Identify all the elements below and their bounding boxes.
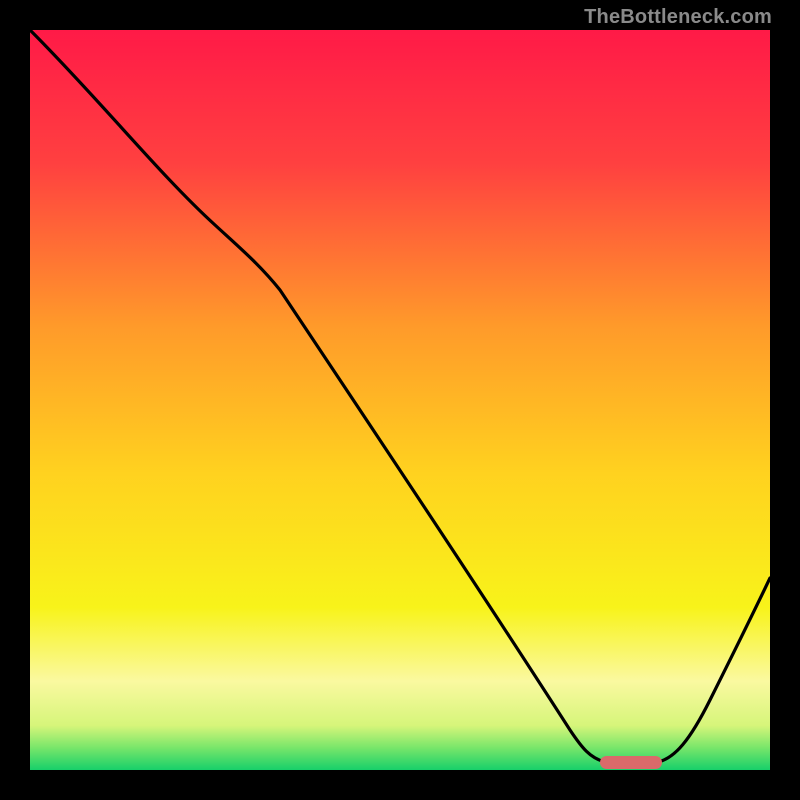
chart-frame: TheBottleneck.com [0,0,800,800]
bottleneck-plot [30,30,770,770]
heat-gradient-background [30,30,770,770]
optimal-marker [600,756,662,769]
watermark-text: TheBottleneck.com [584,6,772,29]
